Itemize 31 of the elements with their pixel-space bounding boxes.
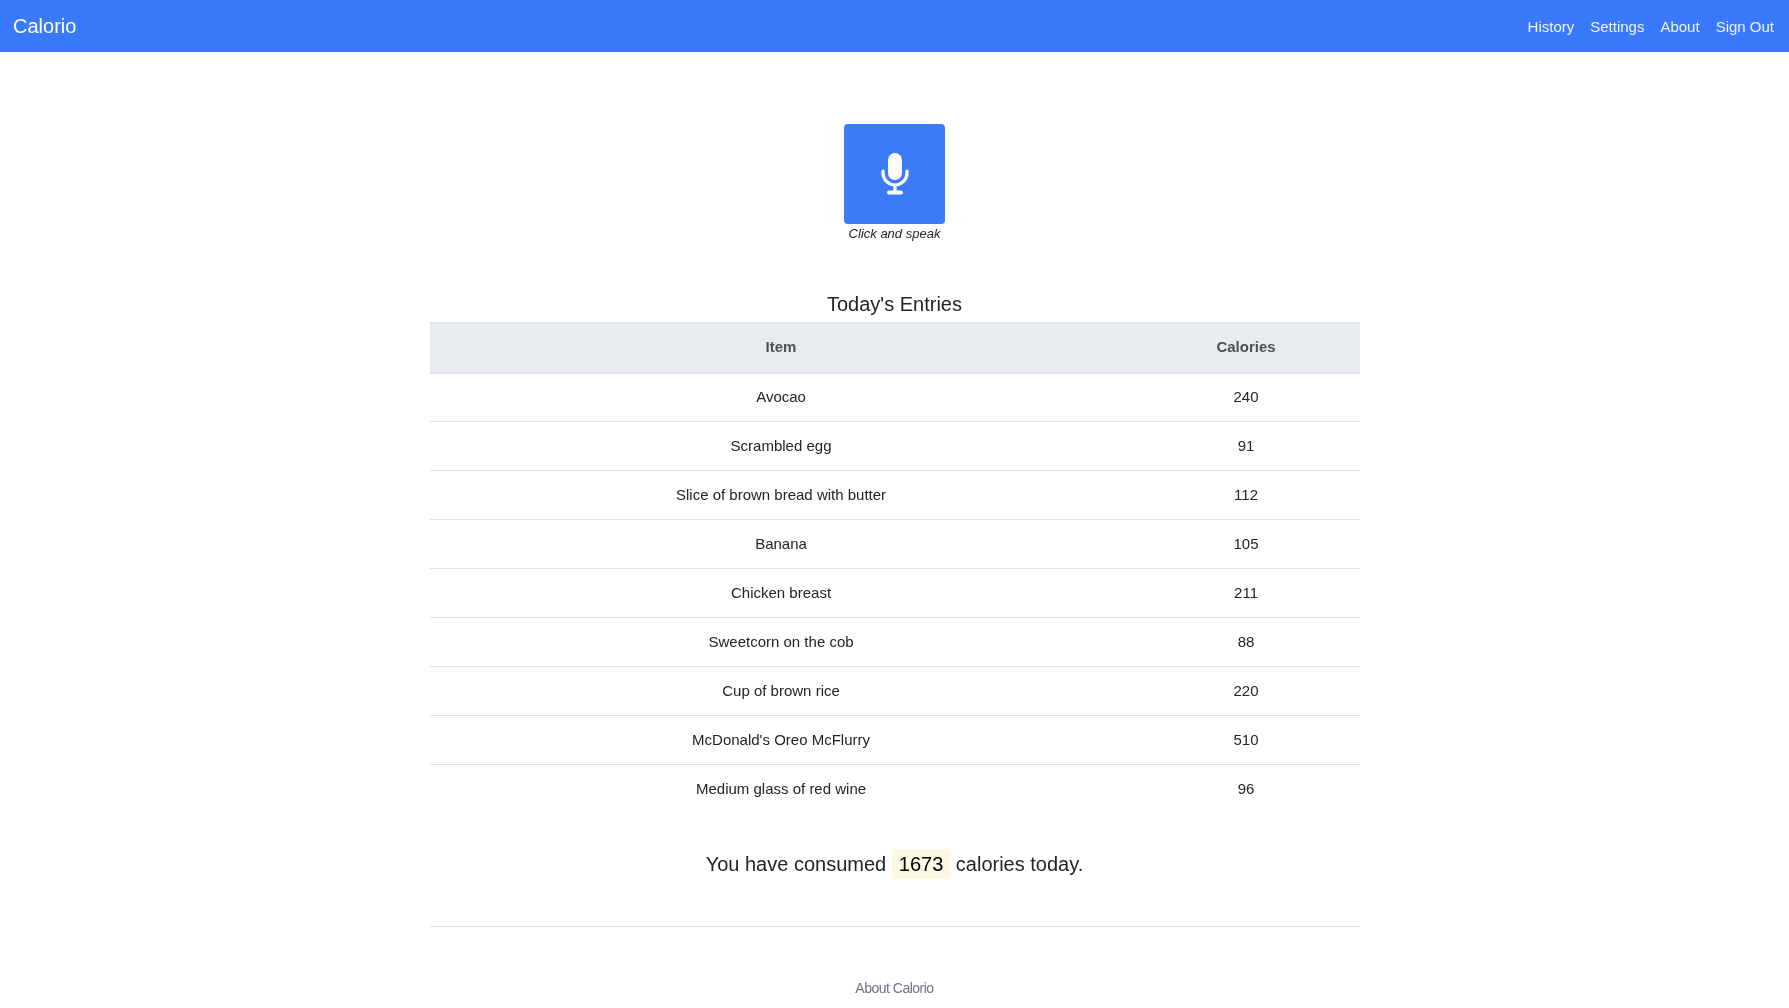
table-cell: Avocao bbox=[429, 372, 1133, 422]
microphone-icon bbox=[879, 153, 910, 195]
table-cell: Sweetcorn on the cob bbox=[429, 617, 1133, 667]
table-cell: McDonald's Oreo McFlurry bbox=[429, 715, 1133, 765]
calorie-total-sentence: You have consumed 1673 calories today. bbox=[705, 848, 1084, 879]
footer-link[interactable]: About Calorio bbox=[855, 978, 934, 997]
table-cell: Scrambled egg bbox=[429, 421, 1133, 471]
table-cell: Medium glass of red wine bbox=[429, 764, 1133, 814]
nav-link[interactable]: About bbox=[1660, 18, 1700, 34]
table-cell: 88 bbox=[1132, 617, 1360, 667]
nav-link[interactable]: Settings bbox=[1590, 18, 1645, 34]
column-header: Calories bbox=[1132, 322, 1360, 373]
microphone-button[interactable] bbox=[844, 124, 945, 224]
table-cell: 220 bbox=[1132, 666, 1360, 716]
table-cell: Chicken breast bbox=[429, 568, 1133, 618]
microphone-caption: Click and speak bbox=[848, 226, 941, 242]
table-cell: 105 bbox=[1132, 519, 1360, 569]
table-cell: 211 bbox=[1132, 568, 1360, 618]
nav-link[interactable]: History bbox=[1527, 18, 1575, 34]
table-cell: 96 bbox=[1132, 764, 1360, 814]
table-cell: Cup of brown rice bbox=[429, 666, 1133, 716]
table-cell: Banana bbox=[429, 519, 1133, 569]
table-title: Today's Entries bbox=[827, 292, 962, 316]
table-cell: 510 bbox=[1132, 715, 1360, 765]
table-cell: Slice of brown bread with butter bbox=[429, 470, 1133, 520]
column-header: Item bbox=[429, 322, 1133, 373]
table-cell: 112 bbox=[1132, 470, 1360, 520]
table-cell: 91 bbox=[1132, 421, 1360, 471]
table-cell: 240 bbox=[1132, 372, 1360, 422]
brand-link[interactable]: Calorio bbox=[13, 16, 77, 36]
nav-link[interactable]: Sign Out bbox=[1715, 18, 1774, 34]
